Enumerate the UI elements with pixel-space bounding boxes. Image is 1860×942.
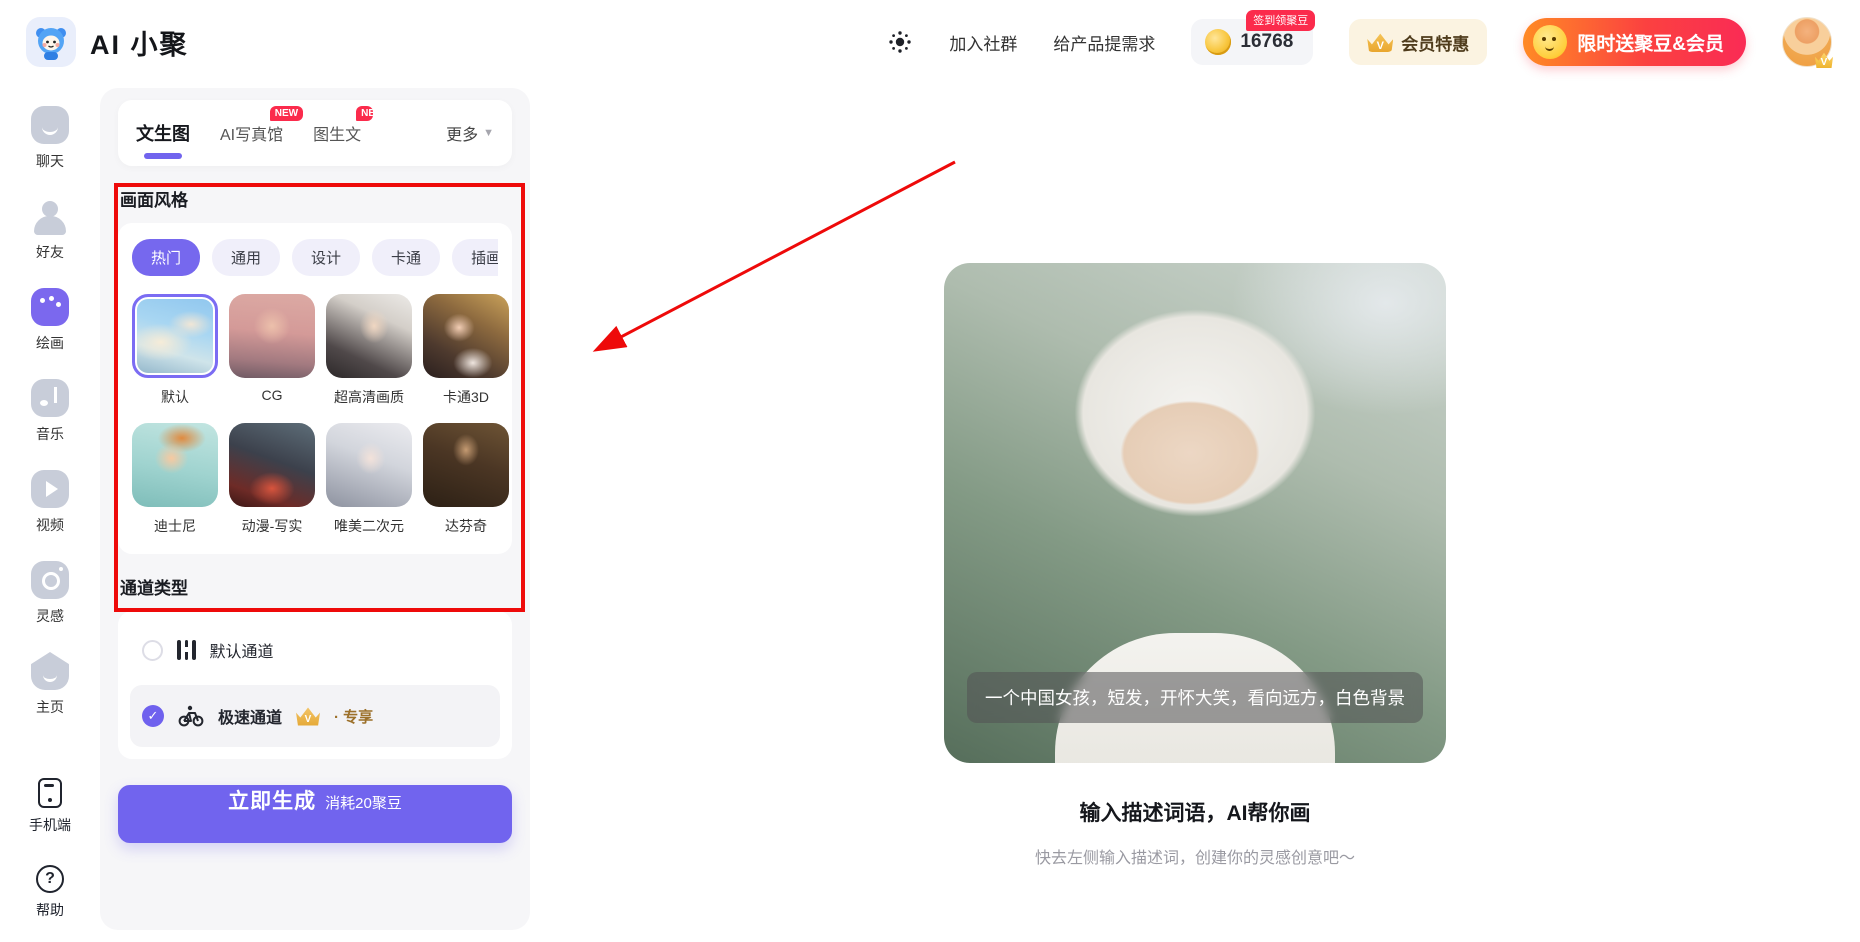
mascot-icon — [32, 23, 70, 61]
sidebar-item-friends[interactable]: 好友 — [31, 197, 69, 262]
style-category-chips: 热门 通用 设计 卡通 插画 动漫 — [132, 239, 498, 276]
phone-icon — [38, 778, 62, 808]
sidebar-item-mobile-app[interactable]: 手机端 — [29, 778, 71, 835]
painting-icon — [31, 288, 69, 326]
inspiration-icon — [31, 561, 69, 599]
chip-design[interactable]: 设计 — [292, 239, 360, 276]
style-da-vinci[interactable]: 达芬奇 — [423, 423, 509, 536]
style-default[interactable]: 默认 — [132, 294, 218, 407]
style-cg[interactable]: CG — [229, 294, 315, 407]
sidebar-item-chat[interactable]: 聊天 — [31, 106, 69, 171]
sidebar-item-music[interactable]: 音乐 — [31, 379, 69, 444]
example-prompt-caption: 一个中国女孩，短发，开怀大笑，看向远方，白色背景 — [967, 672, 1423, 723]
chip-hot[interactable]: 热门 — [132, 239, 200, 276]
chevron-down-icon: ▼ — [483, 127, 494, 139]
style-picker-card: 热门 通用 设计 卡通 插画 动漫 默认 CG 超高清画质 — [118, 223, 512, 554]
radio-unchecked-icon[interactable] — [142, 640, 163, 661]
generate-button[interactable]: 立即生成 消耗20聚豆 — [118, 785, 512, 843]
video-icon — [31, 470, 69, 508]
generation-settings-panel: 文生图 AI写真馆 NEW 图生文 NEW 更多 ▼ 画面风格 热门 通用 设计 — [100, 88, 530, 930]
left-nav-sidebar: 聊天 好友 绘画 音乐 视频 灵感 主页 手机端 — [0, 84, 100, 942]
tab-image-to-text[interactable]: 图生文 NEW — [313, 121, 361, 145]
style-thumb-image — [326, 423, 412, 507]
brand-title: AI 小聚 — [90, 23, 189, 62]
avatar-vip-badge: V — [1815, 52, 1833, 68]
style-disney[interactable]: 迪士尼 — [132, 423, 218, 536]
bike-icon — [178, 705, 204, 727]
vip-deals-button[interactable]: V 会员特惠 — [1349, 19, 1487, 65]
style-thumb-image — [423, 294, 509, 378]
vip-crown-icon: V — [296, 707, 320, 726]
style-thumb-image — [229, 294, 315, 378]
friends-icon — [31, 197, 69, 235]
radio-checked-icon[interactable]: ✓ — [142, 705, 164, 727]
mode-tab-bar: 文生图 AI写真馆 NEW 图生文 NEW 更多 ▼ — [118, 100, 512, 166]
chip-illustration[interactable]: 插画 — [452, 239, 498, 276]
coin-count: 16768 — [1240, 31, 1293, 53]
style-cartoon-3d[interactable]: 卡通3D — [423, 294, 509, 407]
style-thumb-image — [326, 294, 412, 378]
join-community-link[interactable]: 加入社群 — [949, 30, 1017, 55]
sidebar-item-video[interactable]: 视频 — [31, 470, 69, 535]
default-channel-icon — [177, 639, 196, 661]
empty-state-subtext: 快去左侧输入描述词，创建你的灵感创意吧～ — [1035, 844, 1355, 868]
sidebar-item-home[interactable]: 主页 — [31, 652, 69, 717]
style-aesthetic-2d[interactable]: 唯美二次元 — [326, 423, 412, 536]
style-section-title: 画面风格 — [120, 186, 512, 211]
coin-balance-button[interactable]: 签到领聚豆 16768 — [1191, 19, 1313, 65]
main-content-area: 一个中国女孩，短发，开怀大笑，看向远方，白色背景 输入描述词语，AI帮你画 快去… — [530, 88, 1860, 930]
example-generated-image: 一个中国女孩，短发，开怀大笑，看向远方，白色背景 — [944, 263, 1446, 763]
style-thumb-image — [132, 423, 218, 507]
style-thumb-image — [132, 294, 218, 378]
top-header: AI 小聚 加入社群 给产品提需求 签到领聚豆 16768 V 会员特惠 限时送… — [0, 0, 1860, 84]
sidebar-item-help[interactable]: ? 帮助 — [36, 865, 64, 920]
style-thumb-image — [229, 423, 315, 507]
theme-toggle-icon[interactable] — [887, 29, 913, 55]
home-icon — [31, 652, 69, 690]
sidebar-item-painting[interactable]: 绘画 — [31, 288, 69, 353]
chip-general[interactable]: 通用 — [212, 239, 280, 276]
question-icon: ? — [36, 865, 64, 893]
tab-ai-portrait[interactable]: AI写真馆 NEW — [220, 121, 283, 145]
style-ultra-hd[interactable]: 超高清画质 — [326, 294, 412, 407]
tab-fade-overlay — [392, 100, 438, 166]
chip-cartoon[interactable]: 卡通 — [372, 239, 440, 276]
coin-icon — [1205, 29, 1231, 55]
limited-gift-button[interactable]: 限时送聚豆&会员 — [1523, 18, 1746, 66]
sidebar-item-inspiration[interactable]: 灵感 — [31, 561, 69, 626]
app-logo-icon[interactable] — [26, 17, 76, 67]
product-feedback-link[interactable]: 给产品提需求 — [1053, 30, 1155, 55]
channel-option-express[interactable]: ✓ 极速通道 V · 专享 — [130, 685, 500, 747]
empty-state-heading: 输入描述词语，AI帮你画 — [1080, 797, 1311, 827]
channel-picker-card: 默认通道 ✓ 极速通道 V · 专享 — [118, 611, 512, 759]
bean-mascot-icon — [1533, 25, 1567, 59]
style-anime-realistic[interactable]: 动漫-写实 — [229, 423, 315, 536]
channel-section-title: 通道类型 — [120, 574, 512, 599]
style-thumbnails-grid: 默认 CG 超高清画质 卡通3D 迪士尼 — [132, 294, 498, 536]
generate-cost-label: 消耗20聚豆 — [325, 792, 402, 813]
style-thumb-image — [423, 423, 509, 507]
music-icon — [31, 379, 69, 417]
tab-text-to-image[interactable]: 文生图 — [136, 120, 190, 146]
channel-option-default[interactable]: 默认通道 — [130, 621, 500, 679]
signin-reward-badge: 签到领聚豆 — [1246, 10, 1315, 31]
app-page: AI 小聚 加入社群 给产品提需求 签到领聚豆 16768 V 会员特惠 限时送… — [0, 0, 1860, 942]
vip-crown-icon: V — [1367, 32, 1393, 52]
tab-more-dropdown[interactable]: 更多 ▼ — [442, 121, 494, 145]
new-badge: NEW — [356, 106, 373, 121]
new-badge: NEW — [270, 106, 303, 121]
chat-icon — [31, 106, 69, 144]
user-avatar[interactable]: V — [1782, 17, 1832, 67]
